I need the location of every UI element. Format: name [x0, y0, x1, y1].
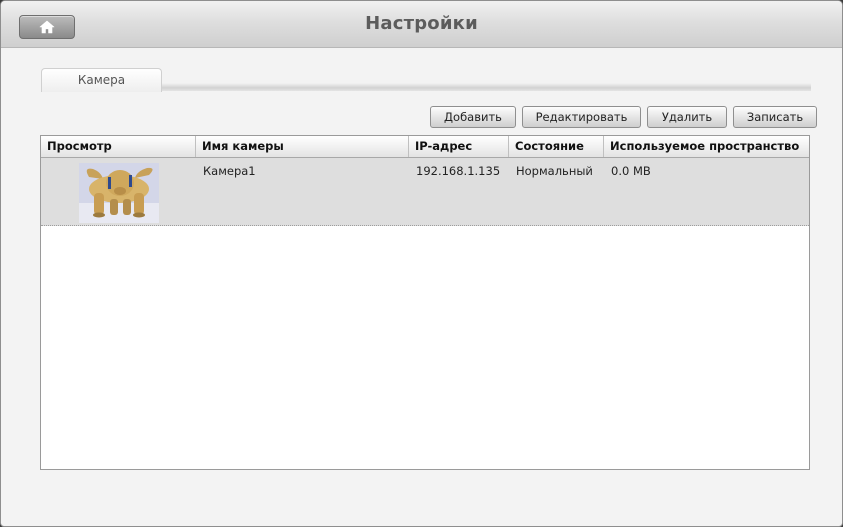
window-title: Настройки	[365, 13, 478, 34]
column-header-status[interactable]: Состояние	[509, 136, 604, 157]
column-header-ip-address[interactable]: IP-адрес	[409, 136, 509, 157]
title-bar: Настройки	[1, 1, 842, 48]
add-button[interactable]: Добавить	[430, 106, 516, 128]
camera-snapshot-image	[79, 163, 159, 223]
camera-table: Просмотр Имя камеры IP-адрес Состояние И…	[40, 135, 810, 470]
column-header-preview[interactable]: Просмотр	[41, 136, 196, 157]
camera-name-cell: Камера1	[203, 164, 256, 178]
settings-window: Настройки Камера Добавить Редактировать …	[0, 0, 843, 527]
preview-cell	[41, 158, 196, 225]
camera-toolbar: Добавить Редактировать Удалить Записать	[430, 106, 817, 128]
table-row[interactable]: Камера1 192.168.1.135 Нормальный 0.0 MB	[41, 158, 809, 226]
table-header: Просмотр Имя камеры IP-адрес Состояние И…	[41, 136, 809, 158]
tab-camera[interactable]: Камера	[41, 68, 162, 92]
status-cell: Нормальный	[516, 164, 593, 178]
ip-address-cell: 192.168.1.135	[416, 164, 501, 178]
delete-button[interactable]: Удалить	[647, 106, 727, 128]
record-button[interactable]: Записать	[733, 106, 817, 128]
column-header-camera-name[interactable]: Имя камеры	[196, 136, 409, 157]
used-space-cell: 0.0 MB	[611, 164, 651, 178]
edit-button[interactable]: Редактировать	[522, 106, 641, 128]
camera-preview-thumbnail[interactable]	[79, 163, 159, 223]
column-header-used-space[interactable]: Используемое пространство	[604, 136, 809, 157]
